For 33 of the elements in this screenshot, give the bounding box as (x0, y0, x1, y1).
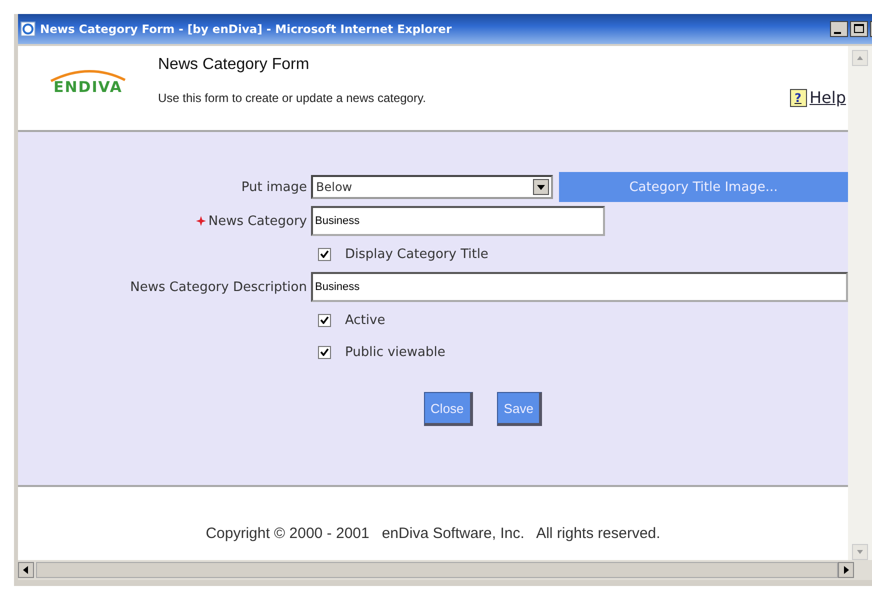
required-icon (196, 216, 206, 226)
scroll-right-icon (838, 562, 854, 578)
checkmark-icon (320, 348, 329, 356)
field-label: News Category (208, 214, 307, 228)
page-title: News Category Form (158, 56, 310, 74)
checkbox-label: Public viewable (345, 344, 446, 360)
text-field[interactable]: Business (311, 272, 848, 302)
checkbox[interactable] (318, 248, 331, 260)
checkbox-label: Display Category Title (345, 246, 488, 262)
copyright-text: Copyright © 2000 - 2001 enDiva Software, Inc. All rights reserved. (206, 525, 660, 542)
logo: ENDIVA (18, 46, 158, 130)
checkmark-icon (320, 250, 329, 258)
minimize-button[interactable] (830, 21, 848, 37)
swoosh-icon (49, 68, 127, 82)
help-icon: ? (790, 88, 807, 106)
window-title: News Category Form - [by enDiva] - Microsoft Internet Explorer (40, 22, 453, 36)
dropdown[interactable]: Below (311, 175, 553, 199)
field-label: Put image (241, 180, 307, 194)
checkbox-label: Active (345, 312, 386, 328)
text-field[interactable]: Business (311, 206, 605, 236)
scroll-left-icon (18, 562, 34, 578)
maximize-button[interactable] (850, 21, 868, 37)
checkbox[interactable] (318, 346, 331, 358)
scroll-thumb[interactable] (36, 562, 838, 578)
scroll-up-icon (852, 50, 868, 66)
field-label: News Category Description (130, 280, 307, 294)
page-description: Use this form to create or update a news category. (158, 91, 426, 107)
help-link[interactable]: ? Help (790, 88, 846, 107)
checkbox[interactable] (318, 314, 331, 326)
horizontal-scrollbar[interactable] (18, 560, 872, 580)
scroll-down-icon (852, 544, 868, 560)
browser-icon (20, 21, 36, 37)
checkmark-icon (320, 316, 329, 324)
